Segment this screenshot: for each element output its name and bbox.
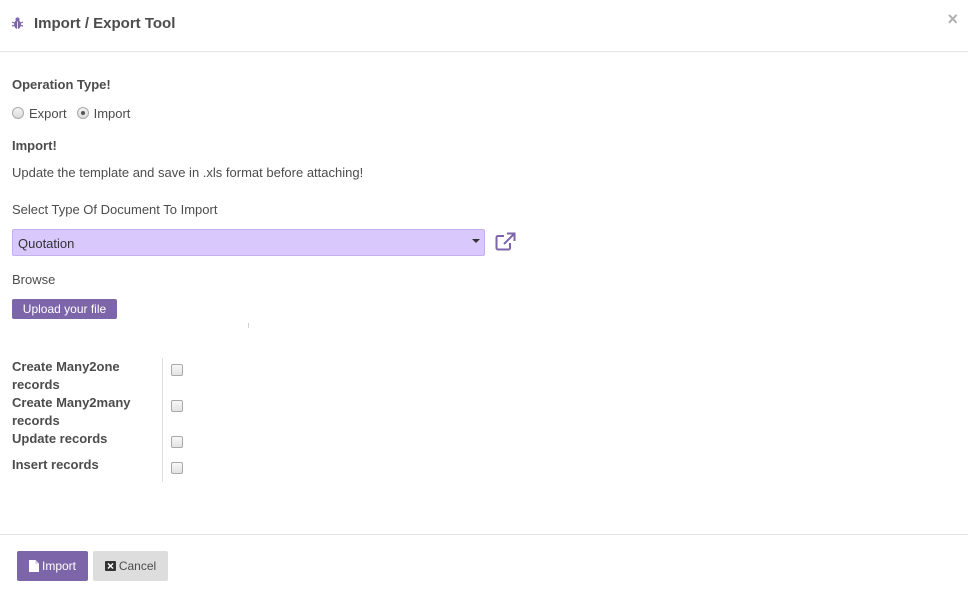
doc-type-select-value: Quotation bbox=[18, 236, 75, 251]
import-radio[interactable] bbox=[76, 107, 89, 119]
option-label-create-many2one: Create Many2one records bbox=[12, 359, 120, 392]
operation-type-label: Operation Type! bbox=[12, 77, 111, 92]
option-label-update-records: Update records bbox=[12, 431, 108, 446]
insert-records-checkbox[interactable] bbox=[171, 462, 183, 474]
upload-file-button[interactable]: Upload your file bbox=[12, 299, 117, 319]
import-instruction: Update the template and save in .xls for… bbox=[12, 165, 364, 180]
bug-icon bbox=[11, 17, 24, 29]
option-label-create-many2many: Create Many2many records bbox=[12, 395, 131, 428]
create-many2many-checkbox[interactable] bbox=[171, 400, 183, 412]
external-link-icon[interactable] bbox=[495, 232, 516, 251]
import-button[interactable]: Import bbox=[17, 551, 88, 581]
dialog-title: Import / Export Tool bbox=[34, 15, 176, 32]
import-heading: Import! bbox=[12, 138, 57, 153]
file-icon bbox=[28, 560, 39, 572]
divider bbox=[248, 323, 249, 328]
create-many2one-checkbox[interactable] bbox=[171, 364, 183, 376]
close-icon[interactable]: × bbox=[947, 10, 958, 28]
close-box-icon bbox=[104, 561, 116, 571]
option-label-insert-records: Insert records bbox=[12, 457, 99, 472]
update-records-checkbox[interactable] bbox=[171, 436, 183, 448]
chevron-down-icon bbox=[472, 239, 480, 243]
import-radio-label[interactable]: Import bbox=[94, 106, 131, 121]
options-divider bbox=[162, 358, 163, 482]
export-radio[interactable] bbox=[12, 107, 24, 119]
import-button-label: Import bbox=[41, 559, 76, 573]
operation-type-radio-group: Export Import bbox=[12, 105, 140, 121]
export-radio-label[interactable]: Export bbox=[29, 106, 67, 121]
dialog-header: Import / Export Tool × bbox=[0, 0, 968, 52]
browse-label: Browse bbox=[12, 272, 56, 287]
cancel-button[interactable]: Cancel bbox=[93, 551, 168, 581]
doc-type-label: Select Type Of Document To Import bbox=[12, 202, 218, 217]
cancel-button-label: Cancel bbox=[118, 559, 157, 573]
doc-type-select[interactable]: Quotation bbox=[12, 229, 485, 256]
